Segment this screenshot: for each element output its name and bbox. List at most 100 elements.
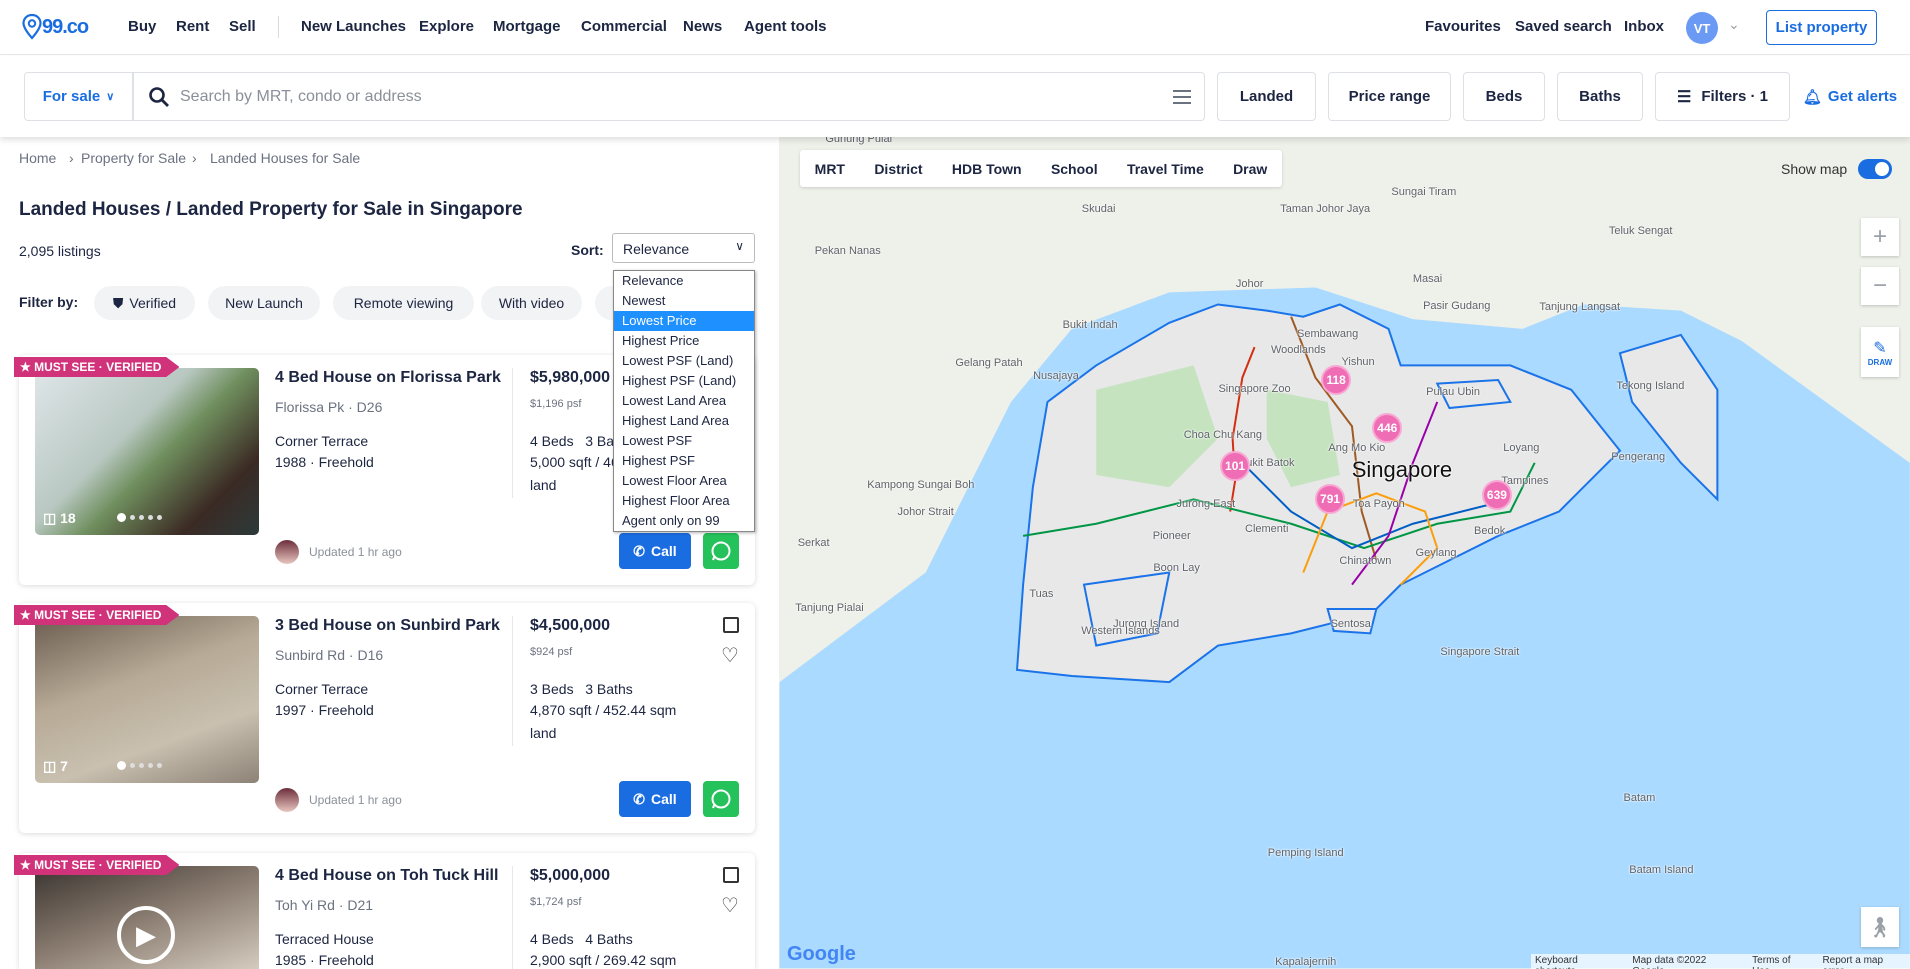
terms-link[interactable]: Terms of Use — [1752, 955, 1810, 969]
show-map-toggle[interactable] — [1858, 159, 1892, 179]
filter-price-range[interactable]: Price range — [1328, 72, 1451, 121]
map-canvas[interactable] — [779, 137, 1910, 969]
list-menu-icon[interactable] — [1172, 89, 1192, 105]
filter-by-label: Filter by: — [19, 294, 79, 310]
listing-card[interactable]: ◫ 7 ★ MUST SEE · VERIFIED 3 Bed House on… — [14, 603, 755, 833]
call-button[interactable]: ✆ Call — [619, 533, 691, 569]
breadcrumb-landed[interactable]: Landed Houses for Sale — [210, 150, 360, 166]
chevron-down-icon: ∨ — [735, 239, 744, 253]
chip-verified[interactable]: ⛊ Verified — [94, 286, 195, 320]
street-view-pegman-icon[interactable]: 🚶︎ — [1861, 907, 1899, 947]
listing-title[interactable]: 4 Bed House on Florissa Park — [275, 369, 501, 387]
whatsapp-button[interactable] — [703, 781, 739, 817]
report-error-link[interactable]: Report a map error — [1822, 955, 1906, 969]
sort-option[interactable]: Highest PSF — [614, 451, 754, 471]
chip-remote-viewing[interactable]: Remote viewing — [333, 286, 474, 320]
user-avatar[interactable]: VT — [1686, 12, 1718, 44]
chip-new-launch[interactable]: New Launch — [208, 286, 320, 320]
map[interactable]: Gunung Pulai Sungai Tiram Skudai Taman Joho… — [779, 137, 1910, 969]
listing-cluster-marker[interactable]: 639 — [1481, 479, 1512, 510]
beds-baths: 3 Beds 3 Baths — [530, 681, 633, 697]
map-place-label: Johor — [1235, 277, 1264, 290]
map-place-label: Pemping Island — [1267, 846, 1344, 859]
filters-button[interactable]: ☰ Filters · 1 — [1655, 72, 1790, 121]
keyboard-shortcuts-link[interactable]: Keyboard shortcuts — [1535, 955, 1620, 969]
map-tab-mrt[interactable]: MRT — [815, 161, 845, 177]
whatsapp-button[interactable] — [703, 533, 739, 569]
sort-option[interactable]: Relevance — [614, 271, 754, 291]
listing-title[interactable]: 3 Bed House on Sunbird Park — [275, 617, 500, 635]
listing-photo[interactable]: ◫ 7 — [35, 616, 259, 783]
agent-avatar[interactable] — [275, 788, 299, 812]
sort-option[interactable]: Lowest PSF (Land) — [614, 351, 754, 371]
map-place-label: Toa Payoh — [1352, 498, 1405, 511]
compare-checkbox[interactable] — [723, 617, 739, 633]
nav-new-launches[interactable]: New Launches — [301, 18, 406, 35]
map-tab-draw[interactable]: Draw — [1233, 161, 1267, 177]
search-input[interactable]: Search by MRT, condo or address — [133, 72, 1205, 121]
heart-icon[interactable]: ♡ — [721, 893, 739, 918]
chip-more[interactable] — [595, 286, 615, 320]
map-place-label: Gunung Pulai — [825, 137, 893, 145]
zoom-out-button[interactable]: − — [1861, 267, 1899, 305]
sort-option[interactable]: Highest PSF (Land) — [614, 371, 754, 391]
nav-buy[interactable]: Buy — [128, 18, 156, 35]
nav-sell[interactable]: Sell — [229, 18, 256, 35]
photo-count: ◫ 7 — [43, 758, 68, 775]
play-video-icon[interactable]: ▶ — [117, 906, 175, 964]
filter-landed[interactable]: Landed — [1217, 72, 1316, 121]
listing-title[interactable]: 4 Bed House on Toh Tuck Hill — [275, 867, 498, 885]
nav-inbox[interactable]: Inbox — [1624, 18, 1664, 35]
listing-cluster-marker[interactable]: 446 — [1372, 412, 1403, 443]
sort-option[interactable]: Highest Land Area — [614, 411, 754, 431]
zoom-in-button[interactable]: + — [1861, 218, 1899, 256]
nav-mortgage[interactable]: Mortgage — [493, 18, 561, 35]
beds-baths: 4 Beds 4 Baths — [530, 931, 633, 947]
breadcrumb-property-for-sale[interactable]: Property for Sale — [81, 150, 186, 166]
map-tab-school[interactable]: School — [1051, 161, 1098, 177]
nav-favourites[interactable]: Favourites — [1425, 18, 1501, 35]
nav-agent-tools[interactable]: Agent tools — [744, 18, 827, 35]
map-tab-district[interactable]: District — [874, 161, 922, 177]
call-button[interactable]: ✆ Call — [619, 781, 691, 817]
carousel-dots[interactable] — [117, 513, 162, 522]
listing-photo[interactable]: ◫ 18 — [35, 368, 259, 535]
listing-mode-select[interactable]: For sale ∨ — [24, 72, 133, 121]
map-tab-hdb-town[interactable]: HDB Town — [952, 161, 1022, 177]
list-property-button[interactable]: List property — [1766, 10, 1877, 45]
sort-option[interactable]: Newest — [614, 291, 754, 311]
listing-price: $5,000,000 — [530, 867, 611, 884]
nav-rent[interactable]: Rent — [176, 18, 209, 35]
logo[interactable]: 99.co — [22, 14, 89, 40]
listing-cluster-marker[interactable]: 118 — [1321, 365, 1352, 396]
heart-icon[interactable]: ♡ — [721, 643, 739, 668]
sort-option[interactable]: Agent only on 99 — [614, 511, 754, 531]
sort-select[interactable]: Relevance ∨ — [612, 233, 755, 263]
filter-baths[interactable]: Baths — [1557, 72, 1643, 121]
sort-option[interactable]: Highest Price — [614, 331, 754, 351]
nav-news[interactable]: News — [683, 18, 722, 35]
agent-avatar[interactable] — [275, 540, 299, 564]
pencil-icon: ✎ — [1873, 339, 1887, 357]
breadcrumb-home[interactable]: Home — [19, 150, 56, 166]
chevron-down-icon[interactable]: ⌄ — [1728, 16, 1740, 33]
listing-photo[interactable]: ▶ — [35, 866, 259, 969]
listing-card[interactable]: ▶ ★ MUST SEE · VERIFIED 4 Bed House on T… — [14, 853, 755, 969]
nav-commercial[interactable]: Commercial — [581, 18, 667, 35]
filter-beds[interactable]: Beds — [1463, 72, 1545, 121]
sort-option[interactable]: Lowest Floor Area — [614, 471, 754, 491]
listing-mode-value: For sale — [42, 88, 101, 105]
carousel-dots[interactable] — [117, 761, 162, 770]
map-tab-travel-time[interactable]: Travel Time — [1127, 161, 1204, 177]
property-type: Terraced House — [275, 931, 374, 947]
chip-with-video[interactable]: With video — [481, 286, 582, 320]
sort-option[interactable]: Highest Floor Area — [614, 491, 754, 511]
get-alerts-button[interactable]: 🔔︎ Get alerts — [1800, 72, 1900, 121]
nav-explore[interactable]: Explore — [419, 18, 474, 35]
sort-option[interactable]: Lowest Price — [614, 311, 754, 331]
nav-saved-search[interactable]: Saved search — [1515, 18, 1612, 35]
sort-option[interactable]: Lowest Land Area — [614, 391, 754, 411]
compare-checkbox[interactable] — [723, 867, 739, 883]
draw-button[interactable]: ✎ DRAW — [1861, 327, 1899, 377]
sort-option[interactable]: Lowest PSF — [614, 431, 754, 451]
